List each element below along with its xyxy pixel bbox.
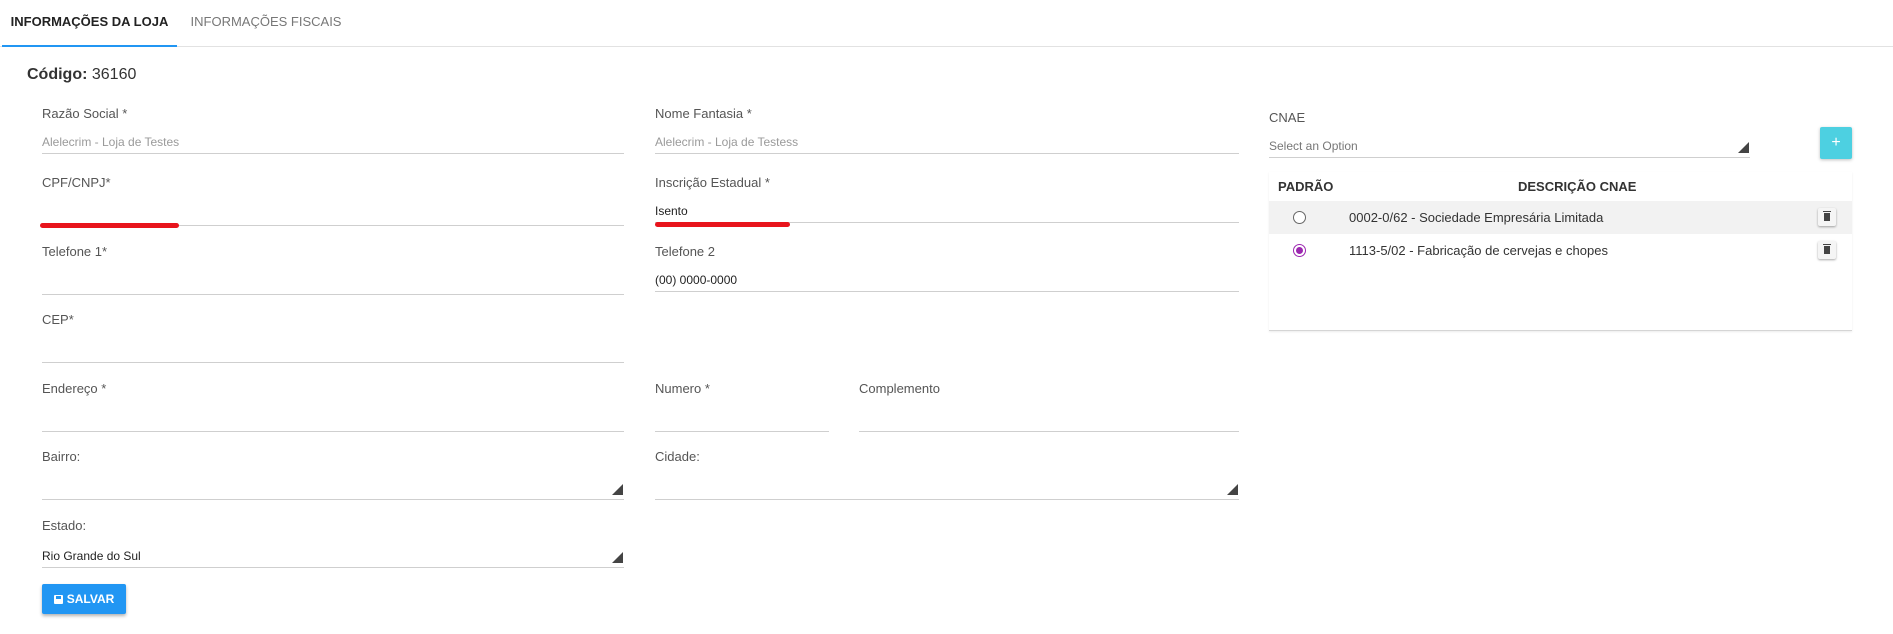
cep-label: CEP* (42, 312, 74, 327)
estado-select[interactable]: Rio Grande do Sul (42, 545, 624, 568)
tab-informacoes-da-loja[interactable]: INFORMAÇÕES DA LOJA (2, 0, 177, 47)
razao-social-input[interactable] (42, 131, 624, 154)
trash-icon (1823, 244, 1831, 254)
bairro-label: Bairro: (42, 449, 81, 464)
store-code-value: 36160 (91, 66, 137, 83)
floppy-disk-icon (53, 594, 63, 604)
save-button-label: SALVAR (66, 592, 115, 606)
add-cnae-button[interactable]: + (1820, 127, 1852, 159)
razao-social-label: Razão Social * (42, 106, 128, 121)
cpf-cnpj-label: CPF/CNPJ* (42, 175, 111, 190)
cnae-select[interactable]: Select an Option (1269, 135, 1750, 158)
store-code: Código: 36160 (27, 66, 136, 84)
cidade-select[interactable] (655, 477, 1239, 500)
dropdown-caret-icon (1738, 142, 1749, 153)
dropdown-caret-icon (1227, 484, 1238, 495)
inscricao-estadual-label: Inscrição Estadual * (655, 175, 770, 190)
dropdown-caret-icon (612, 484, 623, 495)
cnae-description: 1113-5/02 - Fabricação de cervejas e cho… (1349, 243, 1608, 258)
bairro-select[interactable] (42, 477, 624, 500)
cidade-label: Cidade: (655, 449, 700, 464)
complemento-label: Complemento (859, 381, 940, 396)
telefone1-label: Telefone 1* (42, 244, 108, 259)
cep-input[interactable] (42, 340, 624, 363)
cnae-table: PADRÃO DESCRIÇÃO CNAE 0002-0/62 - Socied… (1269, 172, 1852, 331)
delete-cnae-button[interactable] (1818, 241, 1836, 259)
telefone2-label: Telefone 2 (655, 244, 715, 259)
endereco-input[interactable] (42, 409, 624, 432)
nome-fantasia-input[interactable] (655, 131, 1239, 154)
red-annotation-mark-cpf (40, 223, 179, 228)
delete-cnae-button[interactable] (1818, 208, 1836, 226)
estado-label: Estado: (42, 518, 87, 533)
numero-label: Numero * (655, 381, 710, 396)
save-button[interactable]: SALVAR (42, 584, 126, 614)
telefone1-input[interactable] (42, 272, 624, 295)
estado-select-value: Rio Grande do Sul (42, 549, 141, 563)
padrao-radio[interactable] (1293, 211, 1306, 224)
telefone2-input[interactable] (655, 269, 1239, 292)
table-row: 0002-0/62 - Sociedade Empresária Limitad… (1269, 201, 1852, 234)
red-annotation-mark-inscricao (655, 222, 790, 227)
cnae-select-placeholder: Select an Option (1269, 139, 1358, 153)
endereco-label: Endereço * (42, 381, 107, 396)
table-row: 1113-5/02 - Fabricação de cervejas e cho… (1269, 234, 1852, 267)
store-code-label: Código: (27, 66, 88, 83)
trash-icon (1823, 211, 1831, 221)
cnae-header-descricao: DESCRIÇÃO CNAE (1518, 179, 1637, 194)
cnae-description: 0002-0/62 - Sociedade Empresária Limitad… (1349, 210, 1604, 225)
cnae-header-padrao: PADRÃO (1278, 179, 1334, 194)
nome-fantasia-label: Nome Fantasia * (655, 106, 752, 121)
cnae-label: CNAE (1269, 110, 1306, 125)
dropdown-caret-icon (612, 552, 623, 563)
tab-bar: INFORMAÇÕES DA LOJA INFORMAÇÕES FISCAIS (0, 0, 1893, 47)
tab-informacoes-fiscais[interactable]: INFORMAÇÕES FISCAIS (180, 0, 352, 45)
complemento-input[interactable] (859, 409, 1239, 432)
padrao-radio[interactable] (1293, 244, 1306, 257)
inscricao-estadual-input[interactable] (655, 200, 1239, 223)
numero-input[interactable] (655, 409, 829, 432)
